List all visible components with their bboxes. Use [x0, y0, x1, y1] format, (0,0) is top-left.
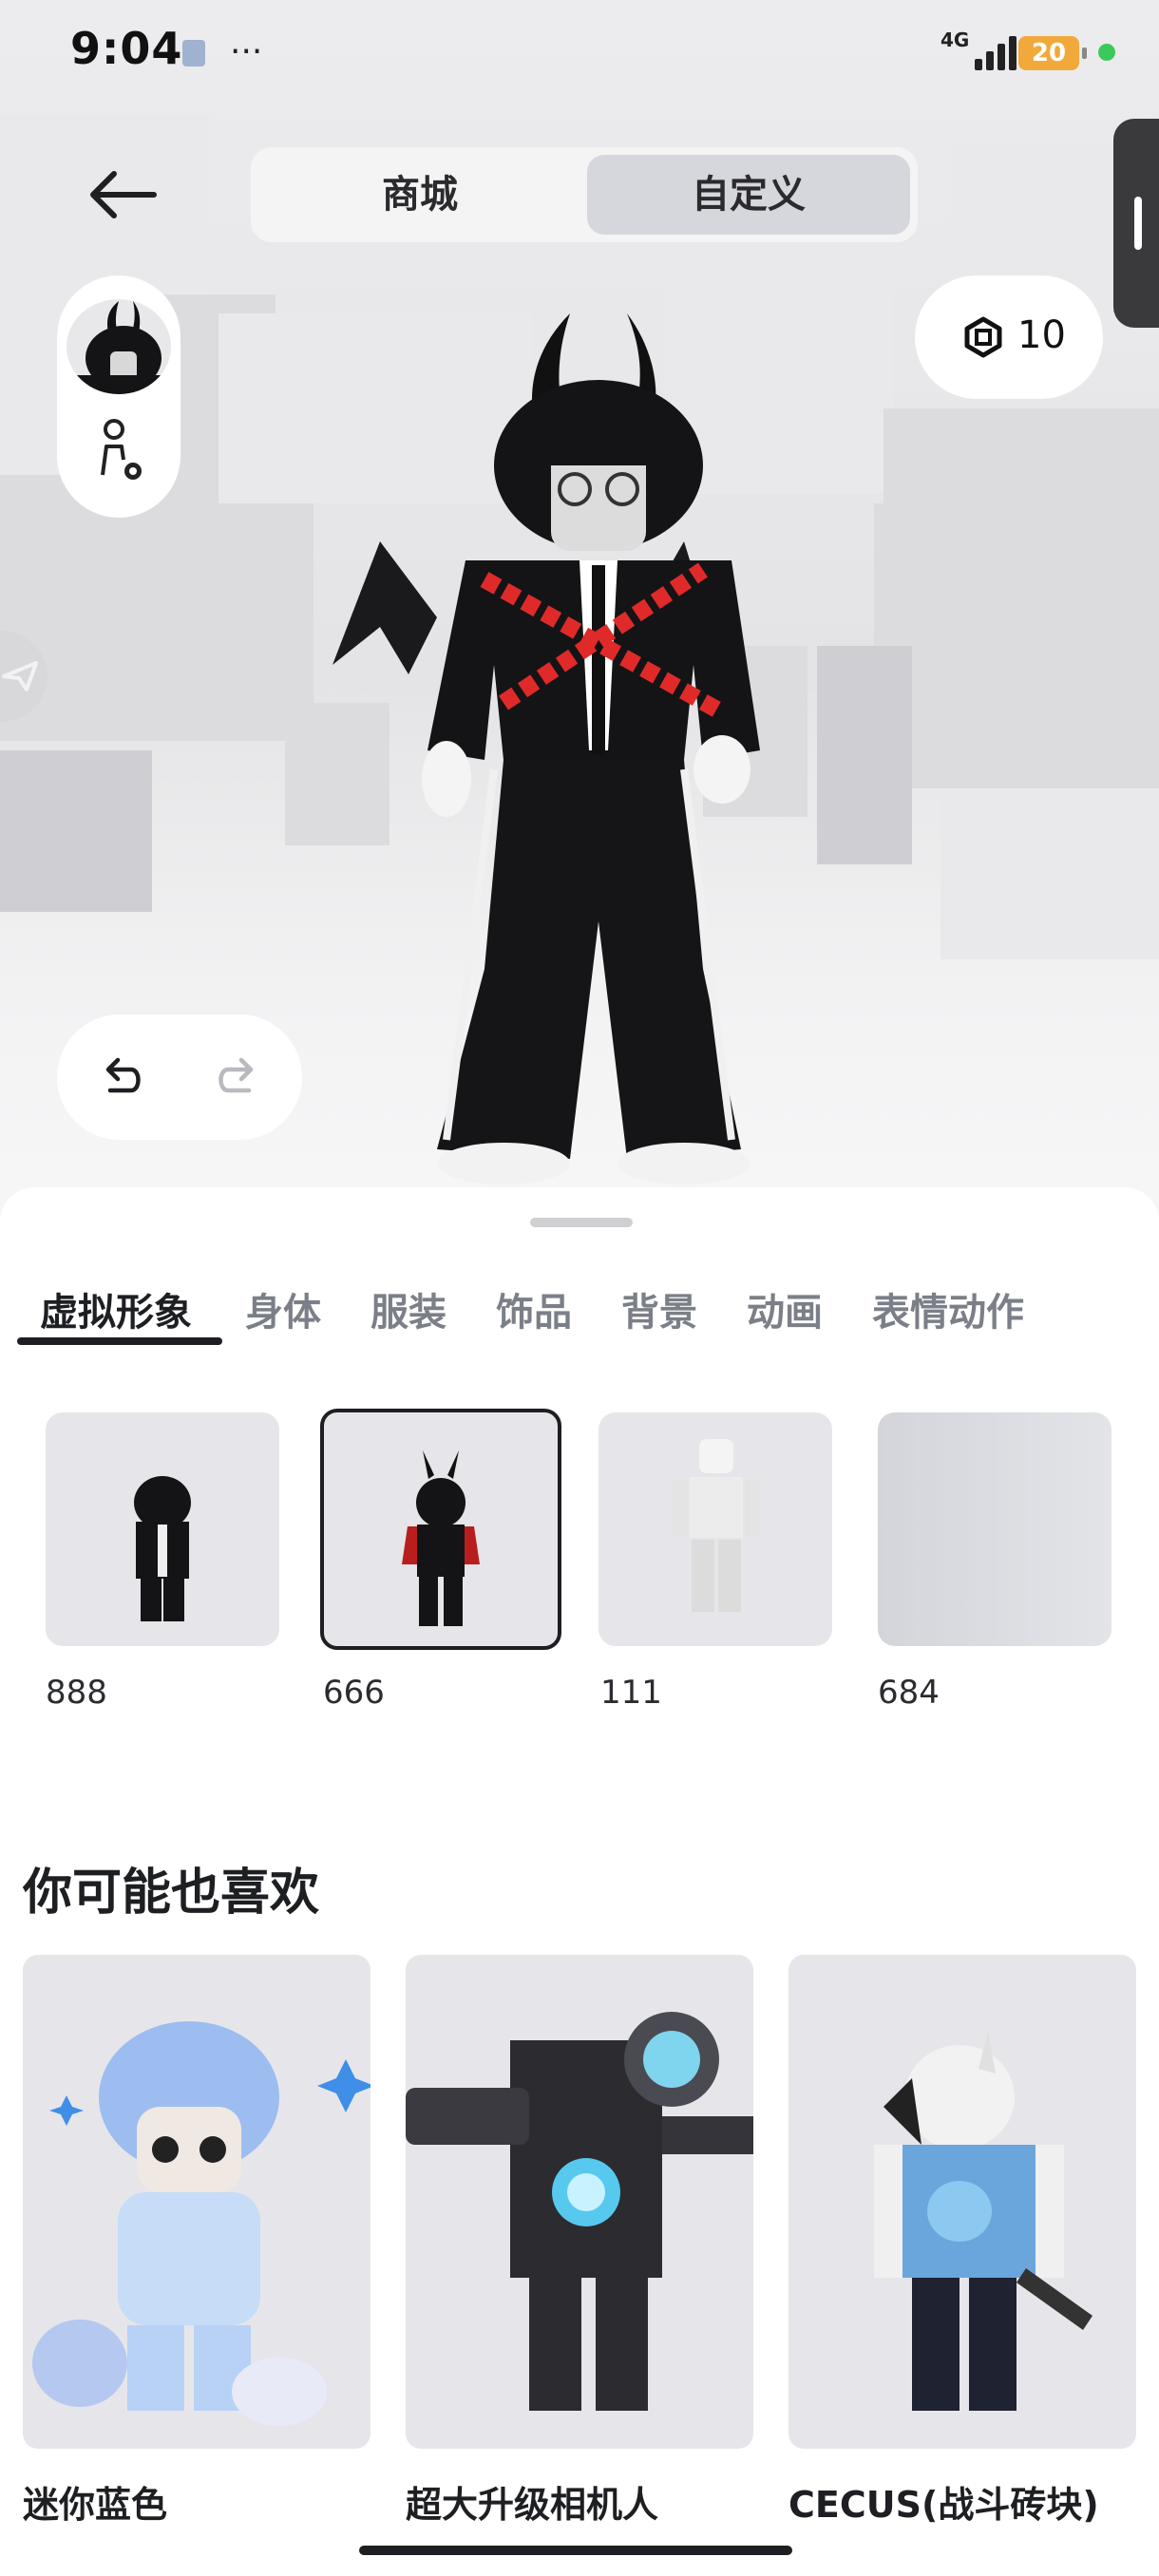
- tab-emotes[interactable]: 表情动作: [872, 1281, 1024, 1336]
- tab-avatar[interactable]: 虚拟形象: [40, 1281, 192, 1336]
- privacy-indicator-dot: [1098, 44, 1115, 61]
- outfit-card-selected[interactable]: [320, 1409, 561, 1650]
- scene-block: [0, 475, 314, 741]
- side-panel-handle[interactable]: [1113, 119, 1159, 328]
- undo-redo-pill: [57, 1014, 302, 1140]
- outfit-card[interactable]: [46, 1412, 279, 1646]
- robux-balance-button[interactable]: 10: [915, 275, 1103, 399]
- undo-button[interactable]: [91, 1049, 148, 1106]
- scene-block: [884, 408, 1159, 513]
- item-thumbnail: [406, 2012, 753, 2411]
- avatar: [76, 301, 162, 394]
- tab-customize[interactable]: 自定义: [587, 155, 910, 235]
- recommendation-card[interactable]: [788, 1955, 1136, 2449]
- tab-body[interactable]: 身体: [245, 1281, 321, 1336]
- recommendation-card[interactable]: [406, 1955, 753, 2449]
- avatar-settings-button[interactable]: [93, 418, 150, 486]
- tab-clothing[interactable]: 服装: [370, 1281, 446, 1336]
- tabs-overflow-fade: [1064, 1268, 1159, 1344]
- item-thumbnail: [874, 2031, 1092, 2411]
- outfit-name: 111: [600, 1674, 662, 1712]
- redo-button[interactable]: [211, 1049, 268, 1106]
- outfit-name: 684: [878, 1674, 940, 1712]
- outfit-card[interactable]: [598, 1412, 832, 1646]
- battery-indicator: 20: [1018, 36, 1087, 70]
- outfit-thumbnail: [134, 1476, 191, 1621]
- recommendation-name: CECUS(战斗砖块): [788, 2484, 1099, 2526]
- network-label: 4G: [940, 28, 970, 51]
- item-thumbnail: [32, 2021, 370, 2426]
- avatar-headshot-button[interactable]: [66, 299, 171, 394]
- tab-accessories[interactable]: 饰品: [496, 1281, 572, 1336]
- recommendation-name: 迷你蓝色: [23, 2484, 168, 2526]
- outfit-thumbnail: [673, 1439, 760, 1612]
- robux-amount: 10: [1017, 313, 1066, 357]
- recommendation-name: 超大升级相机人: [406, 2484, 659, 2526]
- outfit-card[interactable]: [878, 1412, 1112, 1646]
- status-time: 9:04: [70, 23, 183, 74]
- scene-block: [874, 503, 1159, 788]
- app-notification-icon: [182, 40, 205, 66]
- outfit-thumbnail: [402, 1450, 480, 1626]
- signal-icon: [969, 36, 1016, 70]
- scene-block: [940, 788, 1159, 959]
- send-icon: [2, 661, 38, 691]
- avatar-tools-pill: [57, 275, 180, 518]
- recommendations-title: 你可能也喜欢: [23, 1865, 320, 1922]
- undo-icon: [105, 1057, 141, 1093]
- person-gear-icon: [101, 419, 142, 480]
- tab-shop[interactable]: 商城: [258, 155, 581, 235]
- redo-icon: [218, 1057, 254, 1093]
- outfit-name: 888: [46, 1674, 107, 1712]
- outfit-name: 666: [323, 1674, 385, 1712]
- tab-animations[interactable]: 动画: [747, 1281, 823, 1336]
- scene-block: [0, 750, 152, 912]
- robux-icon: [964, 316, 1002, 358]
- back-button[interactable]: [86, 161, 162, 228]
- more-status-icon: ···: [230, 32, 263, 71]
- tab-backgrounds[interactable]: 背景: [621, 1281, 697, 1336]
- scene-block: [817, 646, 912, 864]
- status-bar: 9:04 ··· 4G 20: [0, 0, 1159, 104]
- recommendation-card[interactable]: [23, 1955, 370, 2449]
- avatar-character: [332, 313, 760, 1184]
- category-tab-indicator: [17, 1337, 222, 1345]
- sheet-grab-handle[interactable]: [530, 1218, 633, 1227]
- mode-segmented-control: 商城 自定义: [251, 147, 918, 242]
- arrow-left-icon: [90, 171, 157, 218]
- home-indicator[interactable]: [359, 2546, 792, 2555]
